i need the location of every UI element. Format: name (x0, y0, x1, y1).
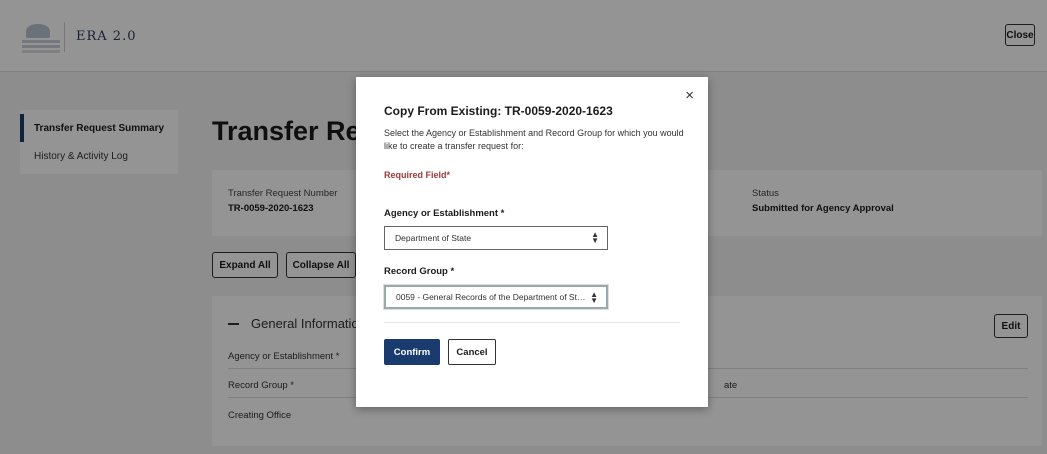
agency-field-label: Agency or Establishment * (384, 208, 505, 219)
dialog-title: Copy From Existing: TR-0059-2020-1623 (384, 104, 613, 118)
confirm-button[interactable]: Confirm (384, 339, 440, 365)
agency-select-value: Department of State (395, 233, 472, 243)
record-group-select-value: 0059 - General Records of the Department… (396, 292, 586, 302)
dialog-divider (384, 322, 680, 323)
dialog-description: Select the Agency or Establishment and R… (384, 128, 684, 151)
record-group-field-label: Record Group * (384, 266, 455, 277)
agency-select[interactable]: Department of State ▲ ▼ (384, 226, 608, 250)
cancel-button[interactable]: Cancel (448, 339, 496, 365)
record-group-select[interactable]: 0059 - General Records of the Department… (384, 285, 608, 309)
close-icon[interactable]: × (685, 87, 694, 104)
required-field-note: Required Field* (384, 170, 451, 180)
select-arrows-icon: ▲ ▼ (590, 290, 598, 305)
select-arrows-icon: ▲ ▼ (591, 230, 599, 245)
copy-from-existing-dialog: × Copy From Existing: TR-0059-2020-1623 … (356, 77, 708, 407)
